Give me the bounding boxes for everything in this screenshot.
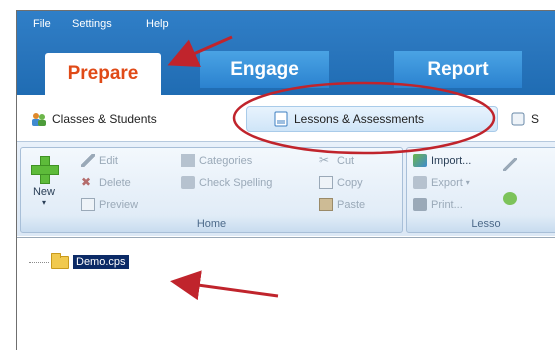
ribbon-group-home: New ▾ Edit ✖ Delete Preview Categories C…	[20, 147, 403, 233]
home-group-label: Home	[196, 218, 227, 230]
export-icon	[413, 176, 427, 189]
printer-icon	[413, 198, 427, 211]
wand-icon	[503, 158, 517, 171]
delete-button[interactable]: ✖ Delete	[81, 176, 131, 189]
tree-node-label: Demo.cps	[73, 255, 129, 269]
pencil-icon	[81, 154, 95, 167]
subtab-classes-students[interactable]: Classes & Students	[31, 109, 157, 129]
magnifier-icon	[81, 198, 95, 211]
categories-button[interactable]: Categories	[181, 154, 252, 167]
subtab-s-label: S	[531, 112, 540, 126]
copy-button[interactable]: Copy	[319, 176, 363, 189]
add-button[interactable]	[503, 192, 521, 205]
export-button[interactable]: Export ▾	[413, 176, 470, 189]
menu-help[interactable]: Help	[146, 18, 169, 30]
tab-engage-label: Engage	[230, 58, 299, 80]
tab-report-label: Report	[427, 58, 489, 80]
edit-button[interactable]: Edit	[81, 154, 118, 167]
scroll-icon	[511, 112, 525, 126]
tree-node-demo[interactable]: Demo.cps	[29, 252, 129, 269]
ribbon-group-lesso: Import... Export ▾ Print... Lesso	[406, 147, 555, 233]
tab-prepare[interactable]: Prepare	[45, 53, 161, 95]
people-icon	[32, 113, 46, 126]
categories-icon	[181, 154, 195, 167]
menu-bar: File Settings Help	[17, 11, 555, 41]
delete-x-icon: ✖	[81, 175, 92, 189]
import-label: Import...	[431, 154, 472, 167]
export-dropdown-icon: ▾	[465, 178, 470, 187]
menu-settings[interactable]: Settings	[72, 18, 112, 30]
subtab-classes-label: Classes & Students	[52, 112, 157, 126]
cut-button[interactable]: ✂ Cut	[319, 154, 354, 167]
preview-label: Preview	[99, 198, 139, 211]
lesso-group-label: Lesso	[471, 218, 501, 230]
document-icon	[274, 111, 288, 127]
subtab-s[interactable]: S	[510, 109, 539, 129]
print-button[interactable]: Print...	[413, 198, 463, 211]
tree-connector	[29, 261, 49, 263]
print-label: Print...	[431, 198, 463, 211]
menu-file[interactable]: File	[33, 18, 51, 30]
preview-button[interactable]: Preview	[81, 198, 138, 211]
file-tree: Demo.cps	[17, 237, 555, 350]
tab-engage[interactable]: Engage	[200, 51, 329, 88]
cut-label: Cut	[337, 154, 355, 167]
tab-prepare-label: Prepare	[67, 63, 139, 84]
edit-label: Edit	[99, 154, 118, 167]
clipboard-icon	[319, 198, 333, 211]
new-button[interactable]: New ▾	[31, 156, 59, 207]
add-circle-icon	[503, 192, 517, 205]
plus-icon	[31, 156, 59, 184]
paste-button[interactable]: Paste	[319, 198, 365, 211]
copy-icon	[319, 176, 333, 189]
subtab-lessons-assessments[interactable]: Lessons & Assessments	[246, 106, 498, 132]
export-label: Export	[431, 176, 463, 189]
copy-label: Copy	[337, 176, 363, 189]
app-window: File Settings Help Engage Report Prepare…	[16, 10, 555, 350]
wand-button[interactable]	[503, 158, 521, 171]
header-band: File Settings Help Engage Report Prepare	[17, 11, 555, 95]
ribbon: New ▾ Edit ✖ Delete Preview Categories C…	[17, 141, 555, 236]
scissors-icon: ✂	[319, 153, 330, 167]
spellcheck-icon	[181, 176, 195, 189]
check-spelling-label: Check Spelling	[199, 176, 273, 189]
paste-label: Paste	[337, 198, 366, 211]
new-label: New	[32, 186, 55, 198]
delete-label: Delete	[99, 176, 131, 189]
categories-label: Categories	[199, 154, 253, 167]
subtab-lessons-label: Lessons & Assessments	[294, 112, 425, 126]
dropdown-arrow-icon: ▾	[41, 198, 46, 207]
import-icon	[413, 154, 427, 167]
folder-icon	[51, 252, 69, 269]
tab-report[interactable]: Report	[394, 51, 522, 88]
import-button[interactable]: Import...	[413, 154, 471, 167]
check-spelling-button[interactable]: Check Spelling	[181, 176, 272, 189]
subtab-row: Classes & Students Lessons & Assessments…	[17, 95, 555, 141]
